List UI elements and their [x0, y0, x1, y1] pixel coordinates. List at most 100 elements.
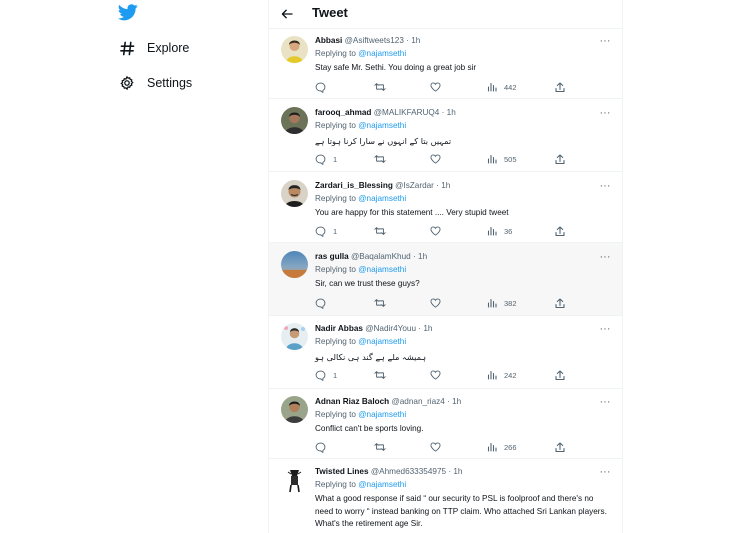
back-button[interactable]	[277, 4, 297, 24]
mention-link[interactable]: @najamsethi	[358, 337, 406, 346]
tweet-reply[interactable]: Zardari_is_Blessing @IsZardar · 1h ··· R…	[269, 171, 622, 242]
like-button[interactable]	[430, 440, 441, 454]
tweet-text: Stay safe Mr. Sethi. You doing a great j…	[315, 63, 477, 72]
avatar[interactable]	[281, 466, 308, 493]
reply-button[interactable]: 1	[315, 368, 337, 382]
share-button[interactable]	[555, 80, 565, 94]
mention-link[interactable]: @najamsethi	[358, 480, 406, 489]
more-options-icon[interactable]: ···	[598, 181, 612, 193]
replying-to-label: Replying to	[315, 49, 356, 58]
mention-link[interactable]: @najamsethi	[358, 121, 406, 130]
tweet-reply[interactable]: Nadir Abbas @Nadir4Youu · 1h ··· Replyin…	[269, 315, 622, 388]
tweet-time[interactable]: 1h	[411, 36, 420, 45]
reply-button[interactable]	[315, 80, 333, 94]
share-button[interactable]	[555, 440, 565, 454]
reply-count: 1	[333, 370, 338, 380]
tweet-time[interactable]: 1h	[441, 181, 450, 190]
tweet-reply[interactable]: Twisted Lines @Ahmed633354975 · 1h ··· R…	[269, 458, 622, 533]
views-chart-icon	[487, 370, 497, 380]
reply-button[interactable]	[315, 296, 333, 310]
author-name[interactable]: Nadir Abbas	[315, 324, 363, 333]
tweet-time[interactable]: 1h	[447, 108, 456, 117]
replying-to-label: Replying to	[315, 121, 356, 130]
more-options-icon[interactable]: ···	[598, 252, 612, 264]
tweet-reply[interactable]: Abbasi @Asiftweets123 · 1h ··· Replying …	[269, 28, 622, 98]
avatar[interactable]	[281, 36, 308, 63]
author-name[interactable]: farooq_ahmad	[315, 108, 371, 117]
like-button[interactable]	[430, 80, 441, 94]
author-handle[interactable]: @MALIKFARUQ4	[374, 108, 440, 117]
separator-dot: ·	[441, 108, 445, 117]
avatar[interactable]	[281, 107, 308, 134]
like-button[interactable]	[430, 368, 441, 382]
views-button[interactable]: 242	[487, 368, 517, 382]
avatar[interactable]	[281, 323, 308, 350]
author-handle[interactable]: @IsZardar	[395, 181, 434, 190]
like-button[interactable]	[430, 224, 441, 238]
more-options-icon[interactable]: ···	[598, 324, 612, 336]
share-button[interactable]	[555, 296, 565, 310]
like-button[interactable]	[430, 152, 441, 166]
retweet-button[interactable]	[374, 368, 386, 382]
author-handle[interactable]: @Ahmed633354975	[371, 467, 446, 476]
views-chart-icon	[487, 82, 497, 92]
views-button[interactable]: 36	[487, 224, 512, 238]
nav-item-explore[interactable]: Explore	[118, 37, 189, 59]
more-options-icon[interactable]: ···	[598, 108, 612, 120]
views-button[interactable]: 505	[487, 152, 517, 166]
author-name[interactable]: Zardari_is_Blessing	[315, 181, 393, 190]
author-name[interactable]: Adnan Riaz Baloch	[315, 397, 389, 406]
nav-label-explore: Explore	[147, 41, 190, 55]
tweet-time[interactable]: 1h	[452, 397, 461, 406]
author-name[interactable]: Twisted Lines	[315, 467, 369, 476]
author-name[interactable]: Abbasi	[315, 36, 342, 45]
author-handle[interactable]: @BaqalamKhud	[351, 252, 411, 261]
author-handle[interactable]: @adnan_riaz4	[391, 397, 444, 406]
replying-to-label: Replying to	[315, 265, 356, 274]
more-options-icon[interactable]: ···	[598, 36, 612, 48]
retweet-button[interactable]	[374, 80, 386, 94]
author-name[interactable]: ras gulla	[315, 252, 349, 261]
author-handle[interactable]: @Asiftweets123	[345, 36, 404, 45]
share-button[interactable]	[555, 224, 565, 238]
twitter-bird-icon[interactable]	[118, 4, 138, 22]
reply-button[interactable]	[315, 440, 333, 454]
mention-link[interactable]: @najamsethi	[358, 265, 406, 274]
tweet-header: Nadir Abbas @Nadir4Youu · 1h	[315, 324, 612, 336]
tweet-text: Conflict can't be sports loving.	[315, 424, 424, 433]
heart-icon	[430, 298, 441, 308]
retweet-button[interactable]	[374, 296, 386, 310]
views-button[interactable]: 442	[487, 80, 517, 94]
avatar[interactable]	[281, 180, 308, 207]
like-button[interactable]	[430, 296, 441, 310]
avatar[interactable]	[281, 396, 308, 423]
nav-item-settings[interactable]: Settings	[118, 72, 192, 94]
share-button[interactable]	[555, 152, 565, 166]
views-button[interactable]: 266	[487, 440, 517, 454]
tweet-header: Twisted Lines @Ahmed633354975 · 1h	[315, 467, 612, 479]
more-options-icon[interactable]: ···	[598, 467, 612, 479]
share-button[interactable]	[555, 368, 565, 382]
avatar[interactable]	[281, 251, 308, 278]
mention-link[interactable]: @najamsethi	[358, 194, 406, 203]
tweet-reply[interactable]: ras gulla @BaqalamKhud · 1h ··· Replying…	[269, 242, 622, 315]
tweet-actions: 382	[315, 296, 575, 310]
tweet-reply[interactable]: farooq_ahmad @MALIKFARUQ4 · 1h ··· Reply…	[269, 98, 622, 171]
reply-button[interactable]: 1	[315, 224, 337, 238]
author-handle[interactable]: @Nadir4Youu	[365, 324, 416, 333]
more-options-icon[interactable]: ···	[598, 397, 612, 409]
reply-icon	[315, 154, 326, 165]
mention-link[interactable]: @najamsethi	[358, 49, 406, 58]
mention-link[interactable]: @najamsethi	[358, 410, 406, 419]
tweet-time[interactable]: 1h	[453, 467, 462, 476]
tweet-reply[interactable]: Adnan Riaz Baloch @adnan_riaz4 · 1h ··· …	[269, 388, 622, 458]
retweet-button[interactable]	[374, 224, 386, 238]
retweet-button[interactable]	[374, 152, 386, 166]
reply-button[interactable]: 1	[315, 152, 337, 166]
separator-dot: ·	[448, 467, 452, 476]
retweet-button[interactable]	[374, 440, 386, 454]
share-icon	[555, 441, 565, 452]
tweet-time[interactable]: 1h	[418, 252, 427, 261]
tweet-time[interactable]: 1h	[423, 324, 432, 333]
views-button[interactable]: 382	[487, 296, 517, 310]
